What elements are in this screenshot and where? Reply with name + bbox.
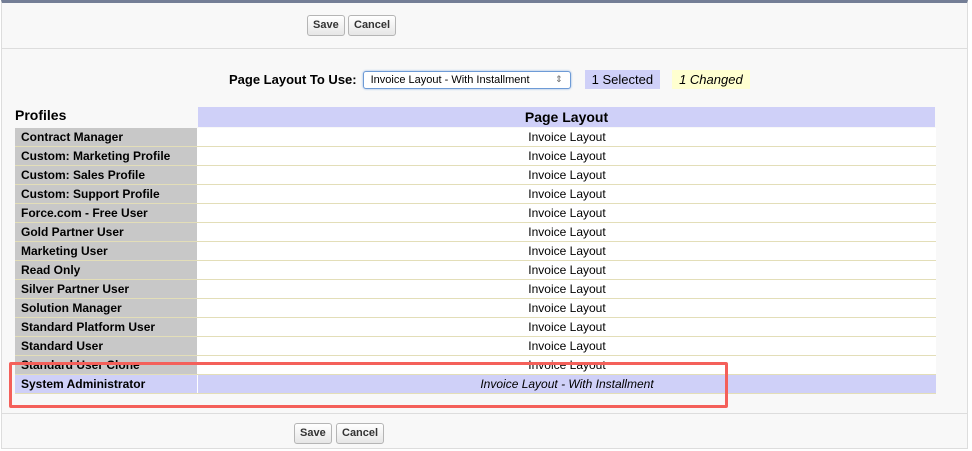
- changed-count-badge: 1 Changed: [672, 70, 750, 89]
- save-button-bottom[interactable]: Save: [294, 423, 332, 444]
- profile-name[interactable]: Custom: Support Profile: [15, 185, 198, 203]
- assigned-layout[interactable]: Invoice Layout: [198, 204, 936, 222]
- cancel-button-bottom[interactable]: Cancel: [336, 423, 385, 444]
- table-row[interactable]: Read Only Invoice Layout: [15, 261, 936, 280]
- table-row[interactable]: Contract Manager Invoice Layout: [15, 128, 936, 147]
- profile-name[interactable]: Custom: Marketing Profile: [15, 147, 198, 165]
- highlight-box: [9, 362, 728, 408]
- table-row[interactable]: Solution Manager Invoice Layout: [15, 299, 936, 318]
- save-button-top[interactable]: Save: [307, 15, 345, 36]
- profile-name[interactable]: Force.com - Free User: [15, 204, 198, 222]
- profile-name[interactable]: Solution Manager: [15, 299, 198, 317]
- page-layout-select-value: Invoice Layout - With Installment: [370, 73, 530, 86]
- profiles-header: Profiles: [15, 107, 67, 123]
- profile-name[interactable]: Contract Manager: [15, 128, 198, 146]
- select-arrows-icon: ⇕: [555, 74, 563, 84]
- table-row[interactable]: Gold Partner User Invoice Layout: [15, 223, 936, 242]
- profile-name[interactable]: Standard Platform User: [15, 318, 198, 336]
- table-row[interactable]: Standard Platform User Invoice Layout: [15, 318, 936, 337]
- assigned-layout[interactable]: Invoice Layout: [198, 299, 936, 317]
- table-row[interactable]: Custom: Marketing Profile Invoice Layout: [15, 147, 936, 166]
- table-row[interactable]: Force.com - Free User Invoice Layout: [15, 204, 936, 223]
- assigned-layout[interactable]: Invoice Layout: [198, 261, 936, 279]
- divider: [2, 413, 967, 414]
- profile-name[interactable]: Gold Partner User: [15, 223, 198, 241]
- profile-name[interactable]: Standard User: [15, 337, 198, 355]
- table-row[interactable]: Marketing User Invoice Layout: [15, 242, 936, 261]
- table-row[interactable]: Custom: Support Profile Invoice Layout: [15, 185, 936, 204]
- assigned-layout[interactable]: Invoice Layout: [198, 337, 936, 355]
- table-row[interactable]: Standard User Invoice Layout: [15, 337, 936, 356]
- profile-name[interactable]: Silver Partner User: [15, 280, 198, 298]
- cancel-button-top[interactable]: Cancel: [348, 15, 397, 36]
- table-row[interactable]: Silver Partner User Invoice Layout: [15, 280, 936, 299]
- assigned-layout[interactable]: Invoice Layout: [198, 185, 936, 203]
- assigned-layout[interactable]: Invoice Layout: [198, 147, 936, 165]
- page-layout-assignment-panel: Save Cancel Page Layout To Use: Invoice …: [1, 0, 968, 449]
- layout-chooser-label: Page Layout To Use:: [229, 72, 357, 87]
- page-layout-header: Page Layout: [198, 107, 935, 127]
- assigned-layout[interactable]: Invoice Layout: [198, 280, 936, 298]
- table-row[interactable]: Custom: Sales Profile Invoice Layout: [15, 166, 936, 185]
- profile-name[interactable]: Marketing User: [15, 242, 198, 260]
- assigned-layout[interactable]: Invoice Layout: [198, 242, 936, 260]
- selected-count-badge: 1 Selected: [584, 70, 661, 89]
- profile-name[interactable]: Custom: Sales Profile: [15, 166, 198, 184]
- profile-name[interactable]: Read Only: [15, 261, 198, 279]
- page-layout-select[interactable]: Invoice Layout - With Installment ⇕: [362, 70, 571, 89]
- profile-layout-table: Contract Manager Invoice Layout Custom: Ma…: [15, 128, 936, 394]
- assigned-layout[interactable]: Invoice Layout: [198, 318, 936, 336]
- top-button-bar: Save Cancel: [2, 3, 967, 49]
- assigned-layout[interactable]: Invoice Layout: [198, 166, 936, 184]
- assigned-layout[interactable]: Invoice Layout: [198, 223, 936, 241]
- layout-chooser: Page Layout To Use: Invoice Layout - Wit…: [229, 70, 750, 89]
- assigned-layout[interactable]: Invoice Layout: [198, 128, 936, 146]
